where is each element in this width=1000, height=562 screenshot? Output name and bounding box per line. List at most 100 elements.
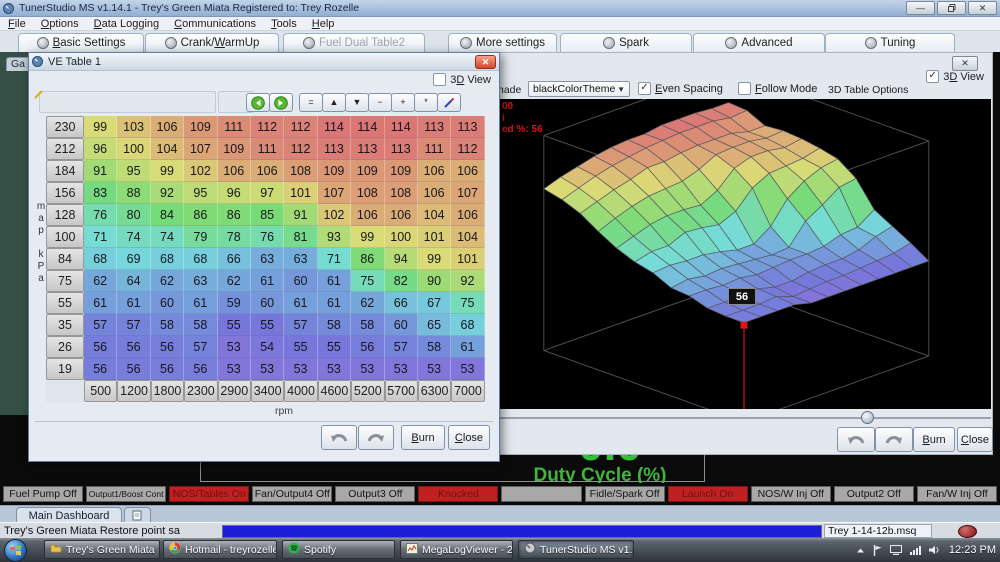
ve-cell[interactable]: 53 — [318, 358, 351, 380]
ve-cell[interactable]: 74 — [117, 226, 150, 248]
menu-options[interactable]: Options — [41, 18, 79, 30]
table-forward-button[interactable] — [269, 93, 293, 112]
map-bin-header[interactable]: 84 — [46, 248, 84, 270]
map-bin-header[interactable]: 100 — [46, 226, 84, 248]
tab-main-dashboard[interactable]: Main Dashboard — [16, 507, 122, 523]
dialog-title-bar[interactable]: VE Table 1 ✕ — [29, 53, 499, 71]
tab-spark[interactable]: Spark — [560, 33, 692, 52]
ve-cell[interactable]: 66 — [385, 292, 418, 314]
dialog-redo-button[interactable] — [358, 425, 394, 450]
ve-cell[interactable]: 111 — [418, 138, 451, 160]
ve-cell[interactable]: 56 — [84, 358, 117, 380]
ve-cell[interactable]: 101 — [418, 226, 451, 248]
follow-mode-checkbox[interactable] — [738, 82, 751, 95]
ve-cell[interactable]: 106 — [385, 204, 418, 226]
ve-cell[interactable]: 90 — [418, 270, 451, 292]
ve-cell[interactable]: 61 — [251, 270, 284, 292]
ve-cell[interactable]: 53 — [418, 358, 451, 380]
map-bin-header[interactable]: 156 — [46, 182, 84, 204]
taskbar-button-hotmail-treyrozelle-[interactable]: Hotmail - treyrozelle... — [163, 540, 277, 559]
start-button[interactable] — [4, 539, 27, 562]
map-bin-header[interactable]: 75 — [46, 270, 84, 292]
tab-tuning[interactable]: Tuning — [825, 33, 955, 52]
ve-cell[interactable]: 84 — [151, 204, 184, 226]
ve-cell[interactable]: 61 — [318, 270, 351, 292]
ve-cell[interactable]: 62 — [351, 292, 384, 314]
ve-cell[interactable]: 114 — [385, 116, 418, 138]
close-button[interactable]: Close — [957, 427, 993, 452]
ve-cell[interactable]: 107 — [184, 138, 217, 160]
ve-cell[interactable]: 82 — [385, 270, 418, 292]
ve-cell[interactable]: 53 — [218, 336, 251, 358]
rpm-bin-header[interactable]: 2900 — [218, 380, 251, 402]
ve-cell[interactable]: 57 — [84, 314, 117, 336]
ve-cell[interactable]: 61 — [84, 292, 117, 314]
rpm-bin-header[interactable]: 500 — [84, 380, 117, 402]
rpm-bin-header[interactable]: 7000 — [451, 380, 484, 402]
ve-cell[interactable]: 108 — [284, 160, 317, 182]
ve-cell[interactable]: 112 — [284, 138, 317, 160]
ve-cell[interactable]: 61 — [184, 292, 217, 314]
map-bin-header[interactable]: 184 — [46, 160, 84, 182]
ve-cell[interactable]: 78 — [218, 226, 251, 248]
ve-cell[interactable]: 53 — [385, 358, 418, 380]
rpm-bin-header[interactable]: 5200 — [351, 380, 384, 402]
map-bin-header[interactable]: 35 — [46, 314, 84, 336]
ve-cell[interactable]: 86 — [351, 248, 384, 270]
rpm-bin-header[interactable]: 2300 — [184, 380, 217, 402]
ve-cell[interactable]: 102 — [318, 204, 351, 226]
ve-cell[interactable]: 88 — [117, 182, 150, 204]
ve-cell[interactable]: 53 — [251, 358, 284, 380]
tray-expand-icon[interactable] — [856, 547, 865, 554]
ve-cell[interactable]: 107 — [318, 182, 351, 204]
ve-cell[interactable]: 101 — [451, 248, 484, 270]
ve-cell[interactable]: 58 — [351, 314, 384, 336]
color-theme-dropdown[interactable]: blackColorTheme ▼ — [528, 81, 630, 97]
even-spacing-checkbox[interactable]: ✓ — [638, 82, 651, 95]
ve-cell[interactable]: 56 — [351, 336, 384, 358]
ve-cell[interactable]: 109 — [385, 160, 418, 182]
taskbar-button-tunerstudio-ms-v1-1-[interactable]: TunerStudio MS v1.1... — [518, 540, 634, 559]
ve-cell[interactable]: 106 — [418, 160, 451, 182]
ve-cell[interactable]: 58 — [184, 314, 217, 336]
ve-cell[interactable]: 86 — [218, 204, 251, 226]
ve-cell[interactable]: 108 — [351, 182, 384, 204]
menu-communications[interactable]: Communications — [174, 18, 256, 30]
ve-cell[interactable]: 99 — [151, 160, 184, 182]
ve-cell[interactable]: 79 — [184, 226, 217, 248]
tab-more-settings[interactable]: More settings — [448, 33, 557, 52]
dialog-undo-button[interactable] — [321, 425, 357, 450]
ve-cell[interactable]: 111 — [218, 116, 251, 138]
ve-cell[interactable]: 68 — [184, 248, 217, 270]
ve-cell[interactable]: 71 — [84, 226, 117, 248]
rpm-bin-header[interactable]: 5700 — [385, 380, 418, 402]
window-restore-button[interactable] — [937, 1, 966, 15]
ve-cell[interactable]: 106 — [451, 160, 484, 182]
ve-cell[interactable]: 76 — [84, 204, 117, 226]
ve-cell[interactable]: 104 — [151, 138, 184, 160]
ve-cell[interactable]: 67 — [418, 292, 451, 314]
rpm-bin-header[interactable]: 4600 — [318, 380, 351, 402]
action-center-flag-icon[interactable] — [873, 545, 882, 556]
ve-cell[interactable]: 95 — [184, 182, 217, 204]
ve-cell[interactable]: 56 — [117, 336, 150, 358]
ve-cell[interactable]: 55 — [218, 314, 251, 336]
menu-help[interactable]: Help — [312, 18, 335, 30]
window-close-button[interactable]: ✕ — [968, 1, 997, 15]
taskbar-clock[interactable]: 12:23 PM — [949, 544, 996, 556]
ve-cell[interactable]: 106 — [418, 182, 451, 204]
ve-cell[interactable]: 60 — [284, 270, 317, 292]
ve-cell[interactable]: 66 — [218, 248, 251, 270]
ve-cell[interactable]: 56 — [84, 336, 117, 358]
map-bin-header[interactable]: 55 — [46, 292, 84, 314]
tab-basic-settings[interactable]: Basic Settings — [18, 33, 144, 52]
dialog-close-button[interactable]: Close — [448, 425, 490, 450]
ve-cell[interactable]: 61 — [284, 292, 317, 314]
3d-view-checkbox[interactable]: ✓ — [926, 70, 939, 83]
ve-cell[interactable]: 111 — [251, 138, 284, 160]
ve-cell[interactable]: 63 — [284, 248, 317, 270]
ve-cell[interactable]: 58 — [318, 314, 351, 336]
rpm-bin-header[interactable]: 1200 — [117, 380, 150, 402]
ve-cell[interactable]: 93 — [318, 226, 351, 248]
ve-cell[interactable]: 101 — [284, 182, 317, 204]
